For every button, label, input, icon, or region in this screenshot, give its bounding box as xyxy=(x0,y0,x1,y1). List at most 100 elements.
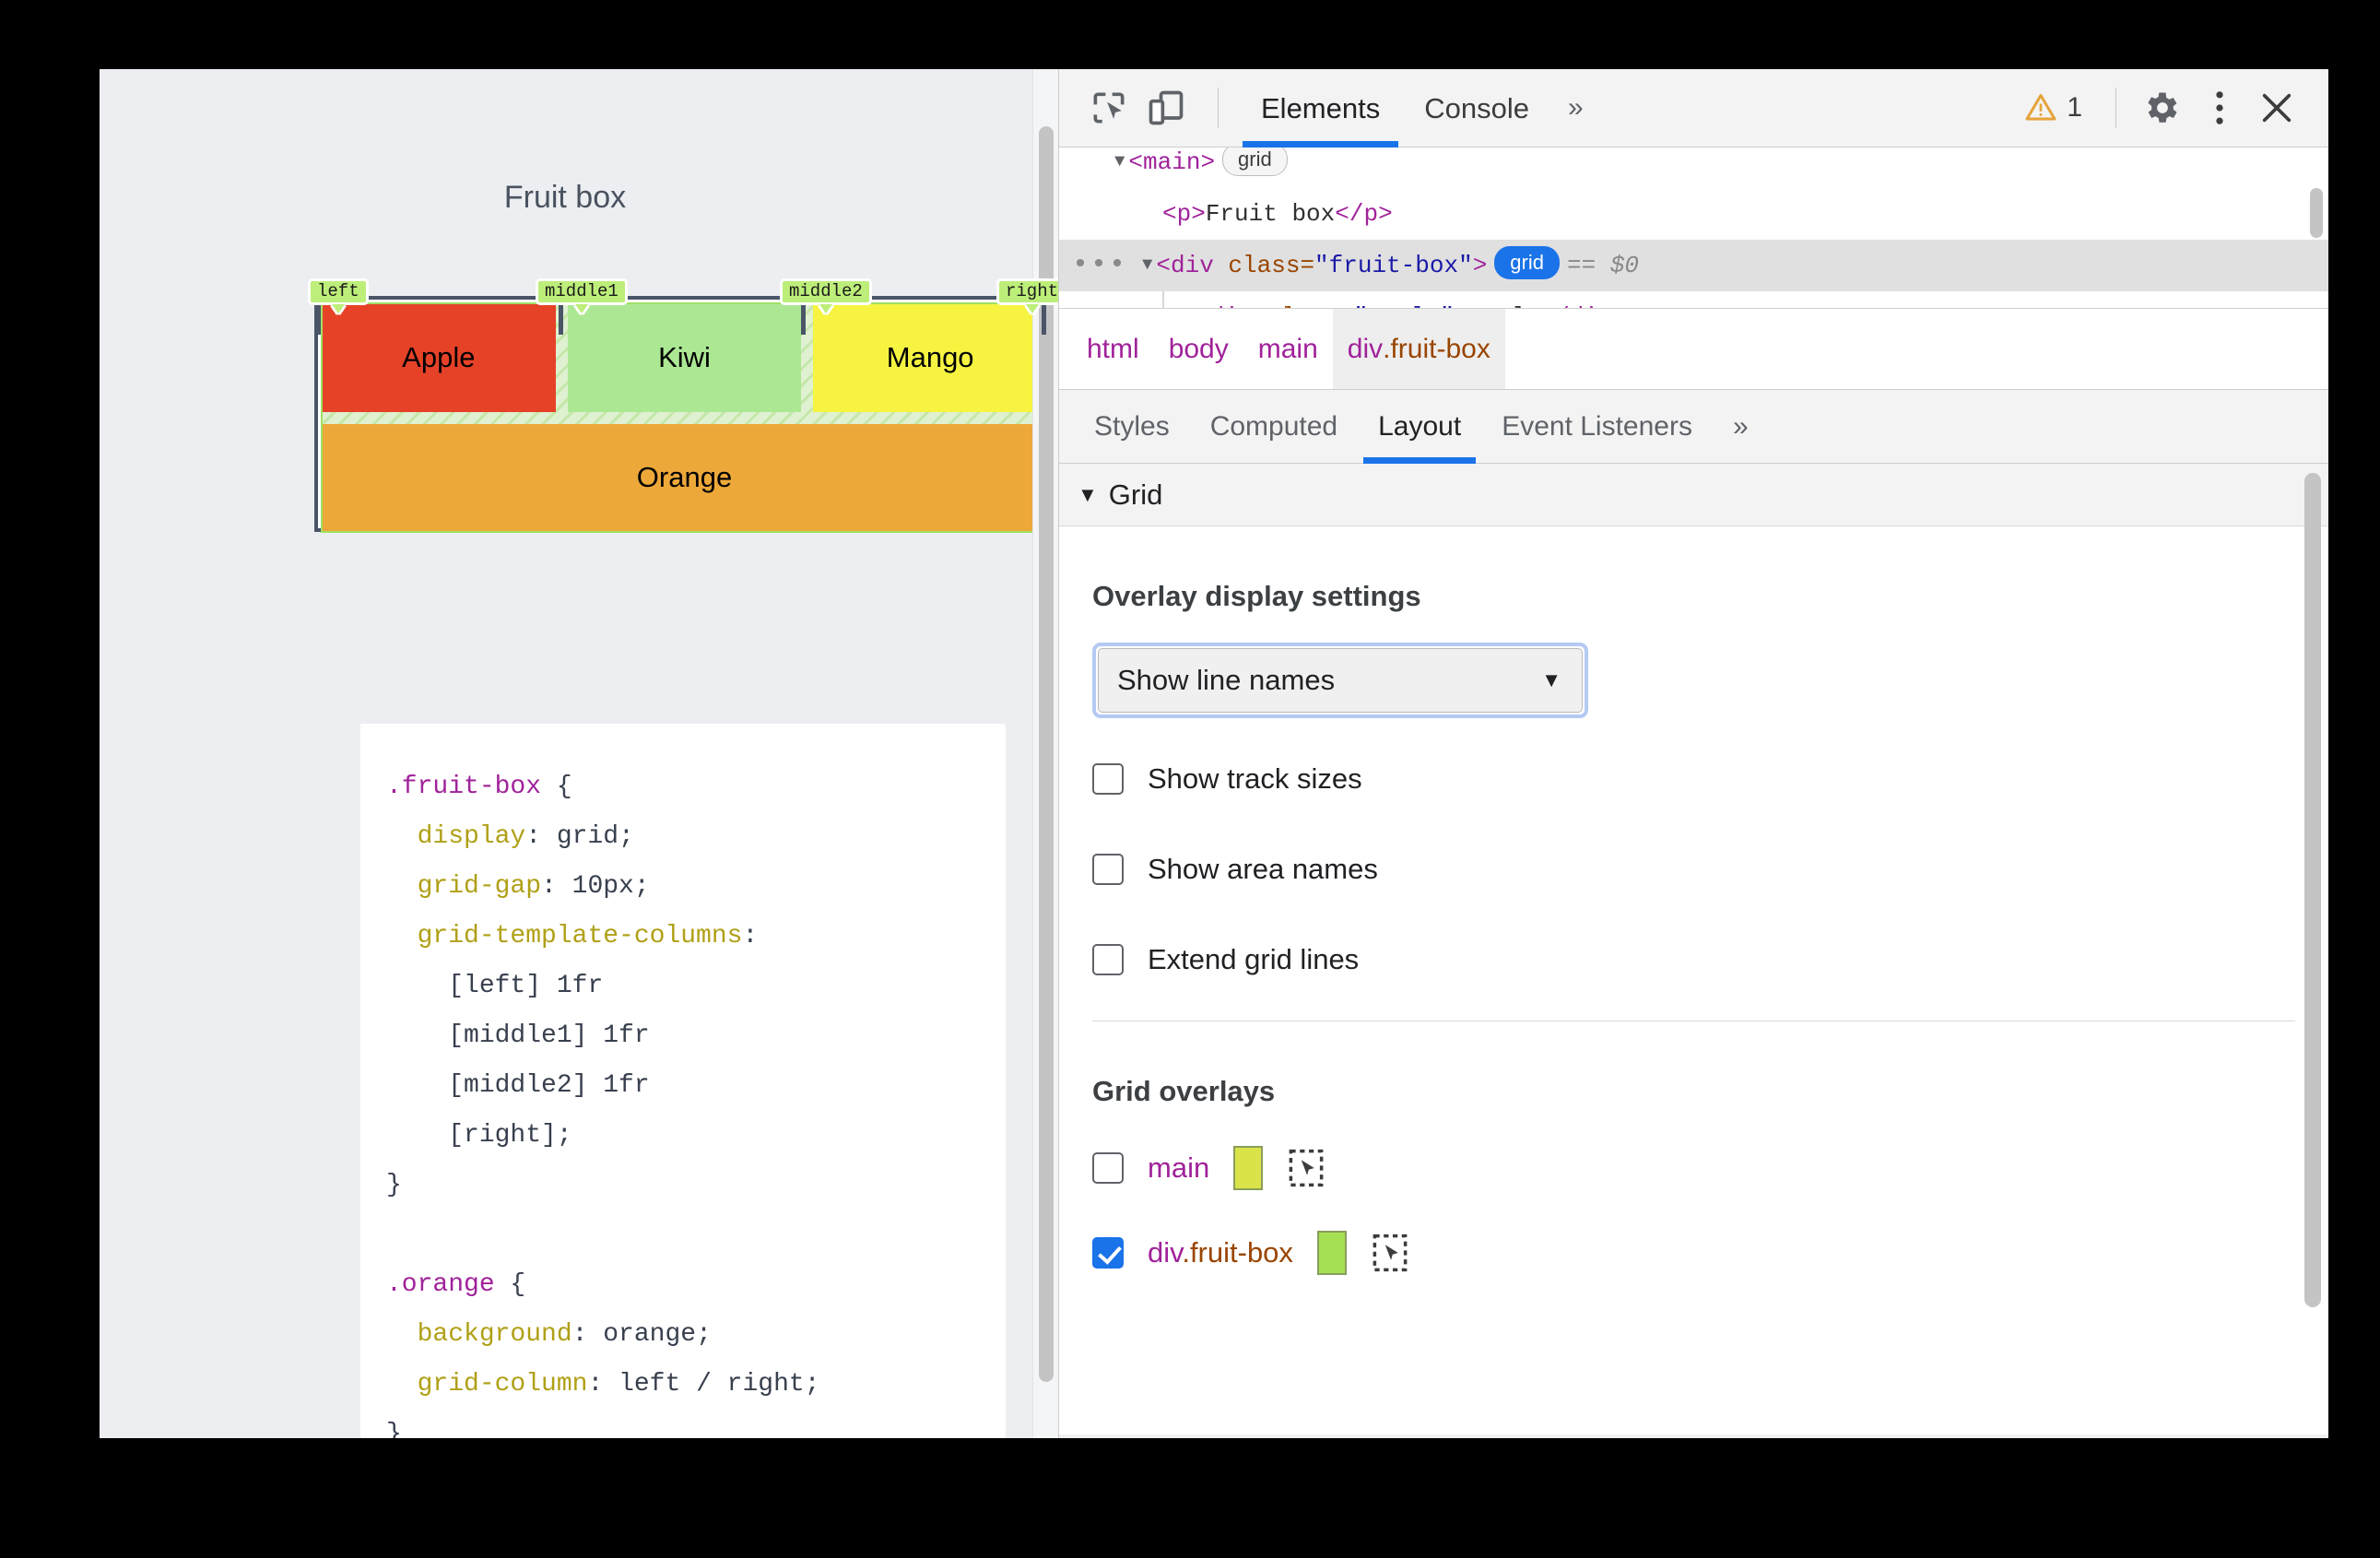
dom-tagname: main xyxy=(1143,148,1201,176)
grid-overlay-demo: left middle1 middle2 right Apple Kiwi Ma… xyxy=(308,278,1058,533)
code-sep: : xyxy=(571,1320,604,1349)
extend-grid-lines-label: Extend grid lines xyxy=(1148,943,1360,975)
extend-grid-lines-checkbox[interactable] xyxy=(1092,944,1124,975)
code-brace-close: } xyxy=(386,1420,402,1438)
overlay-settings-section: Overlay display settings Show line names… xyxy=(1059,580,2328,1283)
inspect-element-icon[interactable] xyxy=(1083,82,1135,134)
code-line: .fruit-box { xyxy=(360,762,1006,812)
grid-overlay-fruit-box-select-icon[interactable] xyxy=(1371,1233,1409,1273)
device-toolbar-icon[interactable] xyxy=(1140,82,1192,134)
show-track-sizes-label: Show track sizes xyxy=(1148,762,1362,795)
grid-overlay-main-color-swatch[interactable] xyxy=(1233,1146,1264,1190)
code-brace-open: { xyxy=(494,1270,526,1299)
breadcrumb-item-body[interactable]: body xyxy=(1154,309,1243,389)
devtools-toolbar: Elements Console » 1 xyxy=(1059,69,2328,148)
dom-closetag: </p> xyxy=(1335,200,1393,228)
grid-overlay-main-label: main xyxy=(1148,1151,1210,1184)
line-name-badge-right: right xyxy=(996,278,1058,305)
more-sidebar-tabs-chevron-icon[interactable]: » xyxy=(1713,390,1769,464)
breadcrumb-item-div-fruit-box[interactable]: div .fruit-box xyxy=(1332,309,1505,389)
close-icon[interactable] xyxy=(2251,82,2303,134)
dom-tree-scrollbar-thumb[interactable] xyxy=(2310,188,2323,238)
overlay-display-select[interactable]: Show line names ▼ xyxy=(1098,648,1583,713)
dom-row-more-icon[interactable]: ••• xyxy=(1072,240,1127,291)
chevron-down-icon[interactable]: ▼ xyxy=(1541,668,1561,692)
grid-cell-mango: Mango xyxy=(813,303,1047,412)
chevron-down-icon[interactable]: ▼ xyxy=(1078,483,1098,507)
dom-row-p[interactable]: <p>Fruit box</p> xyxy=(1059,188,2328,240)
checkbox-row-extend-grid-lines[interactable]: Extend grid lines xyxy=(1092,930,2295,989)
code-value: [middle2] 1fr xyxy=(417,1071,650,1100)
dom-text: Apple xyxy=(1468,303,1540,308)
checkbox-row-show-track-sizes[interactable]: Show track sizes xyxy=(1092,749,2295,809)
tab-layout[interactable]: Layout xyxy=(1358,390,1481,464)
page-vertical-scrollbar[interactable] xyxy=(1032,69,1058,1438)
grid-badge-fruit-box[interactable]: grid xyxy=(1494,246,1560,279)
code-sep: : xyxy=(525,822,557,851)
grid-overlay-row-main[interactable]: main xyxy=(1092,1138,2295,1198)
grid-section-title: Grid xyxy=(1108,478,1163,511)
show-area-names-checkbox[interactable] xyxy=(1092,854,1124,885)
tab-computed[interactable]: Computed xyxy=(1190,390,1358,464)
grid-overlays-title: Grid overlays xyxy=(1092,1075,1276,1107)
grid-cell-kiwi: Kiwi xyxy=(567,303,802,412)
code-value: [right]; xyxy=(417,1121,572,1150)
code-line: [left] 1fr xyxy=(360,962,1006,1011)
code-value: orange; xyxy=(603,1320,712,1349)
code-prop: background xyxy=(417,1320,572,1349)
expand-triangle-icon[interactable]: ▼ xyxy=(1142,239,1152,290)
line-name-badge-left: left xyxy=(308,278,369,305)
grid-overlay-main-checkbox[interactable] xyxy=(1092,1152,1124,1184)
breadcrumb-item-main[interactable]: main xyxy=(1243,309,1333,389)
kebab-menu-icon[interactable] xyxy=(2194,82,2245,134)
grid-overlay-fruit-box-checkbox[interactable] xyxy=(1092,1237,1124,1269)
grid-badge-main[interactable]: grid xyxy=(1222,148,1288,176)
browser-window: Fruit box left middle1 middle2 right App… xyxy=(100,69,2328,1438)
page-viewport: Fruit box left middle1 middle2 right App… xyxy=(100,69,1058,1438)
grid-overlay-fruit-box-color-swatch[interactable] xyxy=(1316,1231,1347,1275)
checkbox-row-show-area-names[interactable]: Show area names xyxy=(1092,840,2295,899)
dom-text: Fruit box xyxy=(1205,200,1336,228)
breadcrumb-class: .fruit-box xyxy=(1383,333,1490,364)
tab-event-listeners[interactable]: Event Listeners xyxy=(1481,390,1713,464)
dom-attrvalue: "apple" xyxy=(1354,303,1455,308)
code-sep: : xyxy=(742,922,759,950)
warning-indicator[interactable]: 1 xyxy=(2011,91,2095,124)
code-line: } xyxy=(360,1410,1006,1438)
breadcrumb-item-html[interactable]: html xyxy=(1072,309,1154,389)
dom-lt: < xyxy=(1128,148,1144,176)
show-track-sizes-checkbox[interactable] xyxy=(1092,763,1124,795)
dom-tree[interactable]: <body class=""> ▼<main>grid <p>Fruit box… xyxy=(1059,148,2328,309)
grid-overlay-main-select-icon[interactable] xyxy=(1287,1148,1325,1188)
more-panels-chevron-icon[interactable]: » xyxy=(1551,92,1600,124)
grid-overlay-fruit-box-label: div.fruit-box xyxy=(1148,1236,1293,1269)
expand-triangle-icon[interactable]: ▼ xyxy=(1114,148,1125,187)
dom-row-main[interactable]: ▼ <main> grid xyxy=(1059,148,2328,188)
grid-overlay-row-fruit-box[interactable]: div.fruit-box xyxy=(1092,1222,2295,1283)
line-name-badge-middle1: middle1 xyxy=(536,278,628,305)
fruit-box-grid: Apple Kiwi Mango Orange xyxy=(321,302,1048,533)
dom-closetag: </div> xyxy=(1540,303,1627,308)
code-sep: : xyxy=(541,872,572,901)
dom-gt: > xyxy=(1472,252,1488,279)
dom-attrname: class= xyxy=(1213,252,1315,279)
overlay-display-select-value: Show line names xyxy=(1117,664,1336,696)
sidebar-tabs: Styles Computed Layout Event Listeners » xyxy=(1059,390,2328,464)
tab-elements[interactable]: Elements xyxy=(1239,69,1402,148)
code-value: left / right; xyxy=(619,1370,820,1399)
code-selector: .orange xyxy=(386,1270,495,1299)
gear-icon[interactable] xyxy=(2137,82,2188,134)
tab-styles[interactable]: Styles xyxy=(1074,390,1190,464)
fruit-box-element-outline: Apple Kiwi Mango Orange xyxy=(314,296,1048,533)
code-line: [right]; xyxy=(360,1111,1006,1161)
layout-pane-scrollbar-thumb[interactable] xyxy=(2304,473,2321,1307)
dom-row-fruit-box[interactable]: ••• ▼ <div class="fruit-box"> grid == $0 xyxy=(1059,240,2328,291)
tab-console[interactable]: Console xyxy=(1402,69,1551,148)
dom-attrvalue: "fruit-box" xyxy=(1314,252,1473,279)
dom-row-apple[interactable]: <div class="apple">Apple</div> xyxy=(1059,291,2328,308)
code-line: .orange { xyxy=(360,1260,1006,1310)
overlay-display-select-wrap: Show line names ▼ xyxy=(1092,643,1588,718)
dom-tagname: p xyxy=(1176,200,1192,228)
grid-section-header[interactable]: ▼ Grid xyxy=(1059,464,2328,526)
code-line: display: grid; xyxy=(360,812,1006,862)
